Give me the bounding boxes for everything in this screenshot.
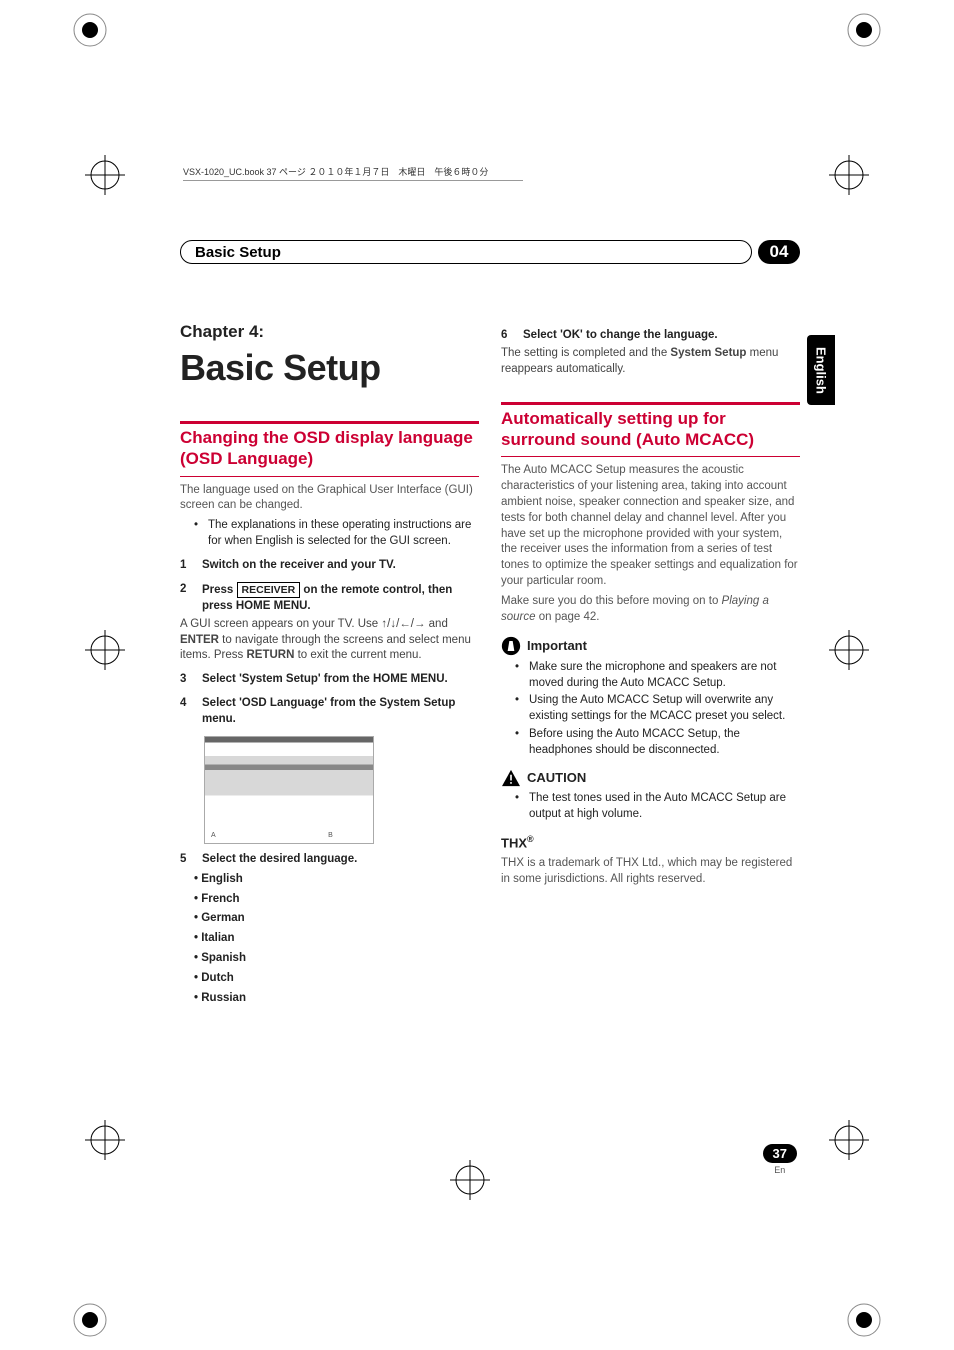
registration-mark <box>85 1120 125 1160</box>
step-num: 5 <box>180 852 192 868</box>
mcacc-para2: Make sure you do this before moving on t… <box>501 594 800 626</box>
lang-item-dutch: Dutch <box>194 971 479 987</box>
arrow-left-icon: ← <box>399 618 411 630</box>
bullet-dot: • <box>194 518 202 550</box>
step-6-body: The setting is completed and the System … <box>501 346 800 378</box>
step-num: 6 <box>501 328 513 344</box>
crop-mark-tr <box>844 10 884 50</box>
registration-mark <box>829 1120 869 1160</box>
thx-heading: THX® <box>501 833 800 852</box>
bullet-dot: • <box>515 693 523 725</box>
step-text: Select 'OK' to change the language. <box>523 328 800 344</box>
step-4: 4 Select 'OSD Language' from the System … <box>180 696 479 728</box>
return-label: RETURN <box>246 649 294 661</box>
crop-mark-bl <box>70 1300 110 1340</box>
important-item-1: Make sure the microphone and speakers ar… <box>529 660 800 692</box>
lang-item-french: French <box>194 892 479 908</box>
step-num: 4 <box>180 696 192 728</box>
text: Make sure you do this before moving on t… <box>501 595 722 607</box>
section-header-title-wrap: Basic Setup <box>180 240 752 264</box>
page-number: 37 En <box>763 1144 797 1175</box>
step-text: Select 'System Setup' from the HOME MENU… <box>202 672 479 688</box>
lang-item-english: English <box>194 872 479 888</box>
caution-icon <box>501 769 521 787</box>
left-column: Chapter 4: Basic Setup Changing the OSD … <box>180 320 479 1011</box>
important-label: Important <box>527 637 587 655</box>
step-text-pre: Press <box>202 584 237 596</box>
caution-heading: CAUTION <box>501 769 800 787</box>
text: on page 42. <box>536 611 600 623</box>
content: Chapter 4: Basic Setup Changing the OSD … <box>180 320 800 1011</box>
registration-mark <box>829 155 869 195</box>
step-2-body: A GUI screen appears on your TV. Use ↑/↓… <box>180 617 479 665</box>
arrow-down-icon: ↓ <box>390 618 396 630</box>
step-num: 3 <box>180 672 192 688</box>
language-list: English French German Italian Spanish Du… <box>194 872 479 1007</box>
text: A GUI screen appears on your TV. Use <box>180 618 381 630</box>
bullet-dot: • <box>515 727 523 759</box>
registration-mark <box>85 630 125 670</box>
page-number-badge: 37 <box>763 1144 797 1163</box>
osd-note-text: The explanations in these operating inst… <box>208 518 479 550</box>
registration-mark <box>829 630 869 670</box>
step-text: Select the desired language. <box>202 852 479 868</box>
step-5: 5 Select the desired language. <box>180 852 479 868</box>
right-column: 6 Select 'OK' to change the language. Th… <box>501 320 800 1011</box>
bullet-dot: • <box>515 660 523 692</box>
chapter-label: Chapter 4: <box>180 320 479 343</box>
step-2: 2 Press RECEIVER on the remote control, … <box>180 582 479 615</box>
caution-item-1: The test tones used in the Auto MCACC Se… <box>529 791 800 823</box>
osd-intro: The language used on the Graphical User … <box>180 483 479 515</box>
step-num: 1 <box>180 558 192 574</box>
heading-auto-mcacc: Automatically setting up for surround so… <box>501 402 800 451</box>
important-icon <box>501 636 521 656</box>
text: The setting is completed and the <box>501 347 670 359</box>
step-num: 2 <box>180 582 192 615</box>
page: VSX-1020_UC.book 37 ページ ２０１０年１月７日 木曜日 午後… <box>135 135 825 1185</box>
text: to exit the current menu. <box>294 649 421 661</box>
page-number-lang: En <box>763 1165 797 1175</box>
text: and <box>425 618 447 630</box>
step-6: 6 Select 'OK' to change the language. <box>501 328 800 344</box>
lang-item-spanish: Spanish <box>194 951 479 967</box>
bullet-dot: • <box>515 791 523 823</box>
important-list: •Make sure the microphone and speakers a… <box>515 660 800 759</box>
thx-body: THX is a trademark of THX Ltd., which ma… <box>501 856 800 888</box>
crop-mark-br <box>844 1300 884 1340</box>
section-header: Basic Setup 04 <box>180 240 800 264</box>
crop-mark-tl <box>70 10 110 50</box>
step-text: Select 'OSD Language' from the System Se… <box>202 696 479 728</box>
important-item-3: Before using the Auto MCACC Setup, the h… <box>529 727 800 759</box>
system-setup-label: System Setup <box>670 347 746 359</box>
registered-icon: ® <box>527 834 534 844</box>
registration-mark <box>85 155 125 195</box>
step-text: Press RECEIVER on the remote control, th… <box>202 582 479 615</box>
caution-list: •The test tones used in the Auto MCACC S… <box>515 791 800 823</box>
thx-label: THX <box>501 835 527 850</box>
section-header-title: Basic Setup <box>195 244 281 261</box>
arrow-up-icon: ↑ <box>381 618 387 630</box>
receiver-button-label: RECEIVER <box>237 582 301 598</box>
lang-item-russian: Russian <box>194 991 479 1007</box>
step-3: 3 Select 'System Setup' from the HOME ME… <box>180 672 479 688</box>
book-file-header: VSX-1020_UC.book 37 ページ ２０１０年１月７日 木曜日 午後… <box>183 165 523 181</box>
enter-label: ENTER <box>180 634 219 646</box>
chapter-title: Basic Setup <box>180 343 479 393</box>
lang-item-italian: Italian <box>194 931 479 947</box>
heading-osd-language: Changing the OSD display language (OSD L… <box>180 421 479 470</box>
gui-screenshot <box>204 736 374 844</box>
arrow-right-icon: → <box>414 618 426 630</box>
caution-label: CAUTION <box>527 769 586 787</box>
step-1: 1 Switch on the receiver and your TV. <box>180 558 479 574</box>
section-header-number: 04 <box>758 240 800 264</box>
lang-item-german: German <box>194 911 479 927</box>
important-item-2: Using the Auto MCACC Setup will overwrit… <box>529 693 800 725</box>
language-tab: English <box>807 335 835 405</box>
osd-note-bullet: •The explanations in these operating ins… <box>194 518 479 550</box>
step-text: Switch on the receiver and your TV. <box>202 558 479 574</box>
mcacc-para1: The Auto MCACC Setup measures the acoust… <box>501 463 800 590</box>
important-heading: Important <box>501 636 800 656</box>
